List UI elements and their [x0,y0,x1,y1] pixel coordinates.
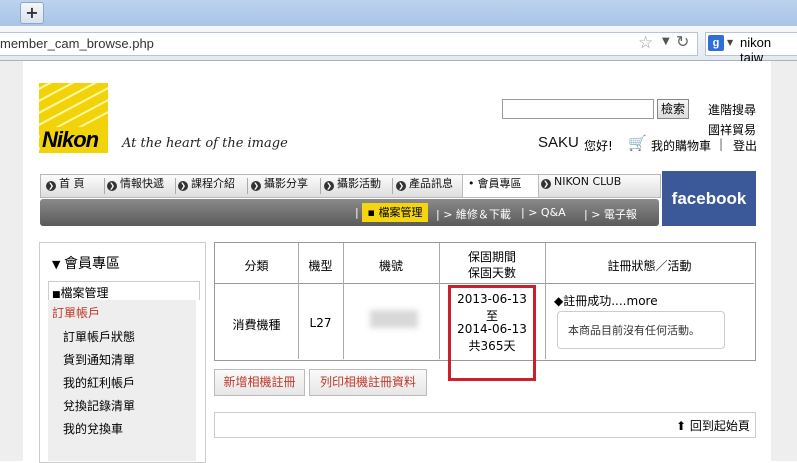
cart-icon[interactable]: 🛒 [628,134,647,152]
nav-item-courses[interactable]: ❯ 課程介紹 [178,175,235,197]
tagline: At the heart of the image [122,136,288,151]
subnav-divider: | > [436,208,456,221]
sidebar-item-account[interactable]: 訂單帳戶 [52,304,100,321]
grid-icon: ■ [52,290,61,300]
add-camera-button[interactable]: 新增相機註冊 [214,369,305,396]
nav-divider [320,178,321,194]
subnav-label: 電子報 [603,208,637,221]
col-header-category: 分類 [244,259,269,273]
nav-divider [392,178,393,194]
col-header-model: 機型 [308,259,333,273]
chevron-down-icon: ▼ [52,258,64,271]
nav-divider [247,178,248,194]
cell-category: 消費機種 [232,318,281,332]
search-engine-icon[interactable]: g [708,35,724,51]
back-to-top-bar [214,412,756,438]
nav-divider [104,178,105,194]
chevron-up-icon: ⬆ [676,419,690,433]
address-bar[interactable]: member_cam_browse.php [0,32,698,56]
tab-strip [0,0,797,26]
page-gutter-right [771,61,797,461]
facebook-link[interactable]: facebook [662,171,756,226]
nav-label: NIKON CLUB [554,175,622,188]
sidebar-item-label: 檔案管理 [60,286,109,300]
sidebar-item[interactable]: 訂單帳戶狀態 [63,328,135,345]
col-header-status: 註冊狀態／活動 [607,259,692,273]
logo-wordmark: Nikon [40,127,101,153]
sub-nav [40,199,659,226]
sidebar-item[interactable]: 我的紅利帳戶 [63,374,135,391]
subnav-item-active[interactable]: ▪ 檔案管理 [362,203,428,222]
subnav-label: 維修＆下載 [455,208,511,221]
nav-label: 攝影活動 [337,177,381,190]
nav-label: 首 頁 [59,177,85,190]
sidebar-title: ▼ 會員專區 [52,253,120,273]
nav-label: 攝影分享 [264,177,308,190]
arrow-icon: ❯ [178,181,188,191]
nav-label: 產品訊息 [409,177,453,190]
nav-item-member[interactable]: • 會員專區 [468,175,522,197]
subnav-item-newsletter[interactable]: | > 電子報 [584,206,637,222]
col-header-warranty-days: 保固天數 [467,266,516,280]
search-button[interactable]: 檢索 [657,99,689,119]
more-link[interactable]: more [627,294,658,308]
arrow-icon: ❯ [107,181,117,191]
nav-item-share[interactable]: ❯ 攝影分享 [251,175,308,197]
page-gutter-left [0,61,23,461]
nav-label: 課程介紹 [191,177,235,190]
nav-item-home[interactable]: ❯ 首 頁 [46,175,85,197]
subnav-item-qa[interactable]: | > Q&A [521,206,566,219]
sidebar-item[interactable]: 我的兌換車 [63,420,123,437]
sidebar-item[interactable]: 兌換記錄清單 [63,397,135,414]
serial-redacted [370,310,418,328]
back-to-top-link[interactable]: ⬆ 回到起始頁 [676,417,750,434]
subnav-divider: | [355,206,359,219]
subnav-divider: | > [584,208,604,221]
greeting: 您好! [584,139,613,153]
username: SAKU [538,134,579,151]
logout-link[interactable]: 登出 [733,137,757,154]
site-search-input[interactable] [502,99,654,119]
print-registration-button[interactable]: 列印相機註冊資料 [309,369,427,396]
cart-link[interactable]: 我的購物車 [651,137,711,154]
back-to-top-label: 回到起始頁 [689,419,750,433]
arrow-icon: ❯ [541,179,551,189]
bookmark-star-icon[interactable]: ☆ [638,33,653,53]
chevron-down-icon[interactable]: ▼ [727,38,733,47]
nav-item-products[interactable]: ❯ 產品訊息 [396,175,453,197]
cell-model: L27 [309,316,332,330]
sidebar-item-file-mgmt[interactable]: ■檔案管理 [52,284,109,301]
status-text: ◆註冊成功.... [554,294,627,308]
nav-item-news[interactable]: ❯ 情報快遞 [107,175,164,197]
advanced-search-link[interactable]: 進階搜尋 [708,101,756,118]
nav-item-club[interactable]: ❯ NIKON CLUB [541,175,621,197]
activity-note: 本商品目前沒有任何活動。 [568,324,700,337]
arrow-icon: ❯ [251,181,261,191]
bullet-icon: • [468,177,475,190]
col-header-warranty-period: 保固期間 [467,250,516,264]
nav-item-events[interactable]: ❯ 攝影活動 [324,175,381,197]
nav-divider [175,178,176,194]
sidebar-item[interactable]: 貨到通知清單 [63,351,135,368]
subnav-label: 檔案管理 [378,206,423,219]
table-divider [215,283,754,284]
subnav-label: Q&A [540,206,566,219]
header-separator: | [719,137,724,151]
arrow-icon: ❯ [396,181,406,191]
chevron-down-icon[interactable]: ▼ [662,36,670,47]
new-tab-button[interactable]: + [20,2,44,24]
arrow-icon: ❯ [46,181,56,191]
status-registered: ◆註冊成功....more [554,292,658,309]
col-header-serial: 機號 [378,259,403,273]
bullet-icon: ▪ [367,206,379,219]
arrow-icon: ❯ [324,181,334,191]
reload-icon[interactable]: ↻ [676,32,689,51]
nav-label: 情報快遞 [120,177,164,190]
subnav-divider: | > [521,206,541,219]
highlight-box [448,285,536,381]
subnav-item-repair[interactable]: | > 維修＆下載 [436,206,511,222]
sidebar-title-text: 會員專區 [63,256,120,272]
nav-label: 會員專區 [477,177,522,190]
trade-link[interactable]: 國祥貿易 [708,121,756,138]
